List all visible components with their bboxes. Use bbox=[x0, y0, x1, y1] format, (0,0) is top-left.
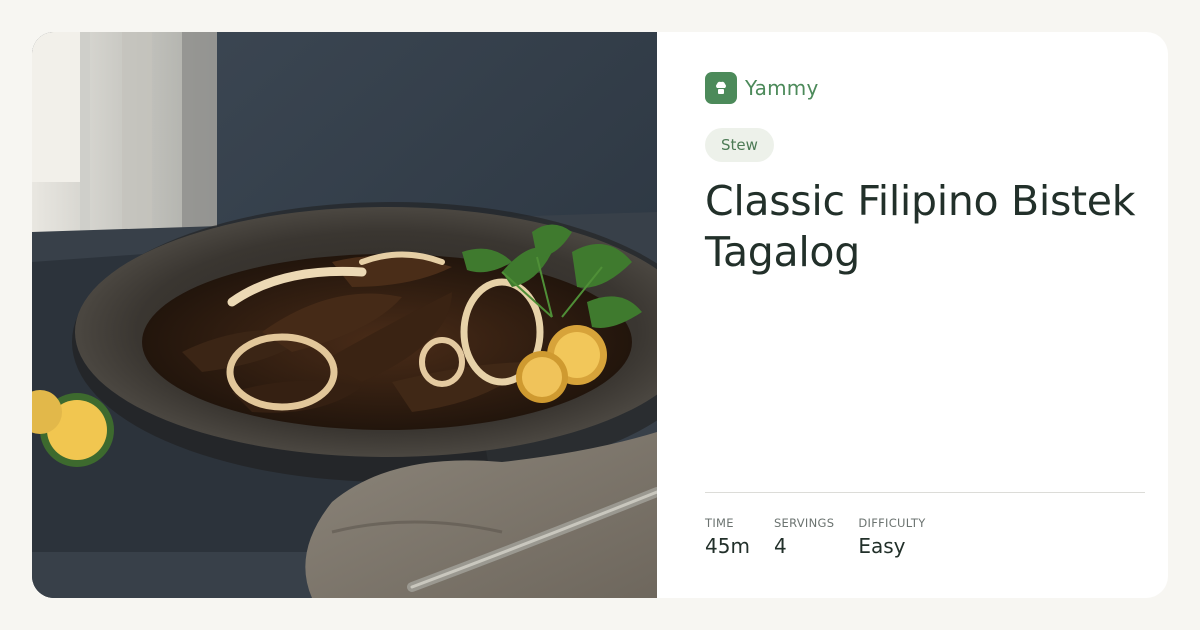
stat-servings: SERVINGS 4 bbox=[774, 516, 834, 558]
recipe-info-panel: Yammy Stew Classic Filipino Bistek Tagal… bbox=[657, 32, 1168, 598]
recipe-photo bbox=[32, 32, 657, 598]
brand[interactable]: Yammy bbox=[705, 72, 1145, 104]
recipe-stats: TIME 45m SERVINGS 4 DIFFICULTY Easy bbox=[705, 516, 950, 558]
stat-label: TIME bbox=[705, 516, 734, 530]
stat-time: TIME 45m bbox=[705, 516, 750, 558]
divider bbox=[705, 492, 1145, 493]
stat-value: 4 bbox=[773, 534, 787, 558]
stat-label: DIFFICULTY bbox=[858, 516, 926, 530]
category-tag[interactable]: Stew bbox=[705, 128, 774, 162]
chef-hat-icon bbox=[705, 72, 737, 104]
bistek-dish-image bbox=[32, 32, 657, 598]
brand-name: Yammy bbox=[745, 76, 819, 100]
stat-label: SERVINGS bbox=[773, 516, 835, 530]
stat-value: 45m bbox=[705, 534, 750, 558]
stat-value: Easy bbox=[858, 534, 906, 558]
stat-difficulty: DIFFICULTY Easy bbox=[858, 516, 925, 558]
recipe-title: Classic Filipino Bistek Tagalog bbox=[705, 177, 1136, 276]
recipe-card: Yammy Stew Classic Filipino Bistek Tagal… bbox=[32, 32, 1168, 598]
